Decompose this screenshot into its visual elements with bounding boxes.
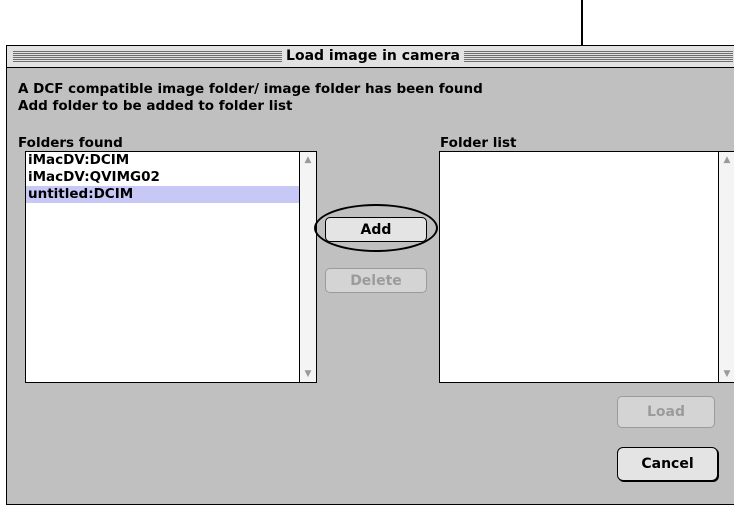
load-image-dialog: Load image in camera A DCF compatible im… xyxy=(6,45,734,505)
message-line-2: Add folder to be added to folder list xyxy=(18,98,293,114)
scroll-up-arrow-icon[interactable]: ▲ xyxy=(719,152,734,168)
folder-list[interactable]: ▲ ▼ xyxy=(439,151,734,383)
callout-circle-annotation xyxy=(314,204,438,252)
delete-button[interactable]: Delete xyxy=(325,268,427,293)
folders-found-label: Folders found xyxy=(18,135,123,151)
title-bar[interactable]: Load image in camera xyxy=(7,46,734,68)
folder-list-label: Folder list xyxy=(440,135,517,151)
folder-list-scrollbar[interactable]: ▲ ▼ xyxy=(718,152,734,382)
folders-found-items: iMacDV:DCIM iMacDV:QVIMG02 untitled:DCIM xyxy=(26,152,299,203)
scroll-down-arrow-icon[interactable]: ▼ xyxy=(300,366,316,382)
message-line-1: A DCF compatible image folder/ image fol… xyxy=(18,81,483,97)
folders-found-list[interactable]: iMacDV:DCIM iMacDV:QVIMG02 untitled:DCIM… xyxy=(25,151,317,383)
cancel-button[interactable]: Cancel xyxy=(617,447,718,481)
list-item-selected[interactable]: untitled:DCIM xyxy=(26,186,299,203)
folders-found-scrollbar[interactable]: ▲ ▼ xyxy=(299,152,316,382)
dialog-title: Load image in camera xyxy=(282,47,464,65)
list-item[interactable]: iMacDV:QVIMG02 xyxy=(26,169,299,186)
scroll-down-arrow-icon[interactable]: ▼ xyxy=(719,366,734,382)
scroll-up-arrow-icon[interactable]: ▲ xyxy=(300,152,316,168)
load-button[interactable]: Load xyxy=(617,396,715,428)
list-item[interactable]: iMacDV:DCIM xyxy=(26,152,299,169)
